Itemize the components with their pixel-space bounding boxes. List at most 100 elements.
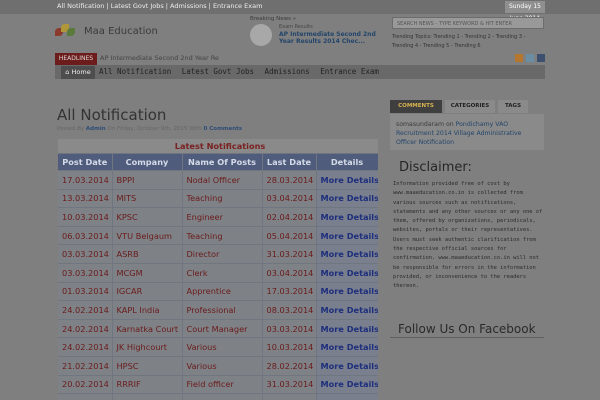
trending-label: Trending Topics: [392, 34, 432, 40]
comment-on: on [445, 121, 454, 128]
company-cell: MCGM [112, 263, 183, 283]
logo-text: Maa Education [84, 25, 158, 37]
divider [390, 337, 544, 338]
post-name-cell: Court Manager [182, 319, 263, 339]
top-link-admissions[interactable]: Admissions [170, 2, 207, 10]
last-date-cell: 28.03.2014 [262, 170, 317, 190]
date-label: Sunday 15 June 2014 [505, 1, 545, 22]
comments-link[interactable]: 0 Comments [204, 126, 243, 132]
last-date-cell: 08.03.2014 [262, 300, 317, 320]
trending-item[interactable]: Trending 6 [454, 43, 480, 49]
more-details-link[interactable]: More Details [316, 356, 378, 376]
main-menu: ⌂ Home All Notification Latest Govt Jobs… [55, 65, 545, 79]
more-details-link[interactable]: More Details [316, 263, 378, 283]
twitter-icon[interactable] [526, 54, 534, 62]
rss-icon[interactable] [515, 54, 523, 62]
last-date-cell: 10.03.2014 [262, 337, 317, 357]
post-date-cell: 24.02.2014 [58, 337, 113, 357]
follow-facebook-title: Follow Us On Facebook [398, 322, 536, 336]
trending-item[interactable]: Trending 5 [423, 43, 449, 49]
comment-author[interactable]: somasundaram [396, 121, 444, 128]
more-details-link[interactable]: More Details [316, 189, 378, 209]
last-date-cell: 02.04.2014 [262, 207, 317, 227]
last-date-cell: 28.02.2014 [262, 356, 317, 376]
post-name-cell: Clerk [182, 263, 263, 283]
breaking-news-category[interactable]: Exam Results [279, 24, 313, 30]
breaking-news-headline[interactable]: AP Intermediate Second 2nd Year Results … [279, 31, 389, 45]
more-details-link[interactable]: More Details [316, 226, 378, 246]
company-cell: WBSHFWS [112, 393, 183, 400]
more-details-link[interactable]: More Details [316, 207, 378, 227]
disclaimer-text: Information provided free of cost by www… [393, 181, 543, 290]
headlines-ticker[interactable]: AP Intermediate Second 2nd Year Re [100, 54, 219, 62]
post-name-cell: Teaching [182, 226, 263, 246]
home-icon: ⌂ [65, 68, 70, 76]
table-row: 03.03.2014 MCGM Clerk 03.04.2014 More Detail… [58, 263, 378, 283]
post-date-cell: 13.03.2014 [58, 189, 113, 209]
table-header-row: Post Date Company Name Of Posts Last Dat… [58, 153, 378, 171]
more-details-link[interactable]: More Details [316, 375, 378, 395]
page-title: All Notification [57, 106, 167, 124]
last-date-cell: 28.02.2014 [262, 393, 317, 400]
company-cell: VTU Belgaum [112, 226, 183, 246]
more-details-link[interactable]: More Details [316, 282, 378, 302]
post-name-cell: Various [182, 337, 263, 357]
menu-home-label: Home [71, 68, 91, 76]
company-cell: KPSC [112, 207, 183, 227]
author-link[interactable]: Admin [86, 126, 106, 132]
table-row: 20.02.2014 RRRIF Field officer 31.03.2014 Mo… [58, 375, 378, 395]
menu-item-admissions[interactable]: Admissions [265, 67, 310, 76]
post-date-cell: 01.03.2014 [58, 282, 113, 302]
trending-item[interactable]: Trending 2 [465, 34, 491, 40]
more-details-link[interactable]: More Details [316, 244, 378, 264]
post-name-cell: Various [182, 356, 263, 376]
table-row: 03.03.2014 ASRB Director 31.03.2014 More Det… [58, 244, 378, 264]
more-details-link[interactable]: More Details [316, 337, 378, 357]
top-link-entrance-exam[interactable]: Entrance Exam [213, 2, 262, 10]
social-icons [515, 54, 545, 62]
headlines-label: HEADLINES [55, 53, 97, 65]
more-details-link[interactable]: More Details [316, 170, 378, 190]
trending-item[interactable]: Trending 3 [496, 34, 522, 40]
menu-item-all-notification[interactable]: All Notification [99, 67, 171, 76]
tab-tags[interactable]: TAGS [498, 100, 528, 113]
menu-item-entrance-exam[interactable]: Entrance Exam [320, 67, 379, 76]
more-details-link[interactable]: More Details [316, 393, 378, 400]
top-link-latest-govt-jobs[interactable]: Latest Govt Jobs [111, 2, 164, 10]
search-input[interactable]: SEARCH NEWS - TYPE KEYWORD & HIT ENTER [392, 17, 544, 29]
post-date-cell: 03.03.2014 [58, 263, 113, 283]
last-date-cell: 05.04.2014 [262, 226, 317, 246]
more-details-link[interactable]: More Details [316, 300, 378, 320]
table-row: 24.02.2014 Karnatka Court Court Manager 03.… [58, 319, 378, 339]
last-date-cell: 17.03.2014 [262, 282, 317, 302]
last-date-cell: 03.03.2014 [262, 319, 317, 339]
notifications-table-container: Latest Notifications Post Date Company N… [58, 139, 378, 400]
post-name-cell: Professional [182, 300, 263, 320]
post-date-cell: 24.02.2014 [58, 319, 113, 339]
facebook-icon[interactable] [537, 54, 545, 62]
tab-categories[interactable]: CATEGORIES [445, 100, 495, 113]
company-cell: Karnatka Court [112, 319, 183, 339]
breaking-news-thumbnail[interactable] [250, 24, 272, 46]
top-link-all-notification[interactable]: All Notification [57, 2, 104, 10]
last-date-cell: 31.03.2014 [262, 375, 317, 395]
last-date-cell: 31.03.2014 [262, 244, 317, 264]
menu-item-latest-govt-jobs[interactable]: Latest Govt Jobs [182, 67, 254, 76]
sidebar-tabs: COMMENTS CATEGORIES TAGS [390, 100, 544, 114]
notifications-table: Latest Notifications Post Date Company N… [58, 139, 378, 400]
breaking-news-label: Breaking News » [250, 16, 297, 22]
last-date-cell: 03.04.2014 [262, 189, 317, 209]
trending-item[interactable]: Trending 1 [433, 34, 459, 40]
trending-item[interactable]: Trending 4 [392, 43, 418, 49]
tab-comments[interactable]: COMMENTS [390, 100, 442, 113]
breaking-news: Breaking News » Exam Results AP Intermed… [250, 16, 390, 48]
column-header: Name Of Posts [182, 153, 263, 171]
site-logo[interactable]: Maa Education [55, 22, 158, 40]
table-row: 21.02.2014 HPSC Various 28.02.2014 More Deta… [58, 356, 378, 376]
logo-flower-icon [55, 23, 81, 39]
more-details-link[interactable]: More Details [316, 319, 378, 339]
post-date-cell: 21.02.2014 [58, 356, 113, 376]
menu-home[interactable]: ⌂ Home [61, 66, 95, 79]
table-caption: Latest Notifications [58, 139, 378, 154]
table-row: 19.02.2014WBSHFWSVarious28.02.2014More D… [58, 393, 378, 400]
